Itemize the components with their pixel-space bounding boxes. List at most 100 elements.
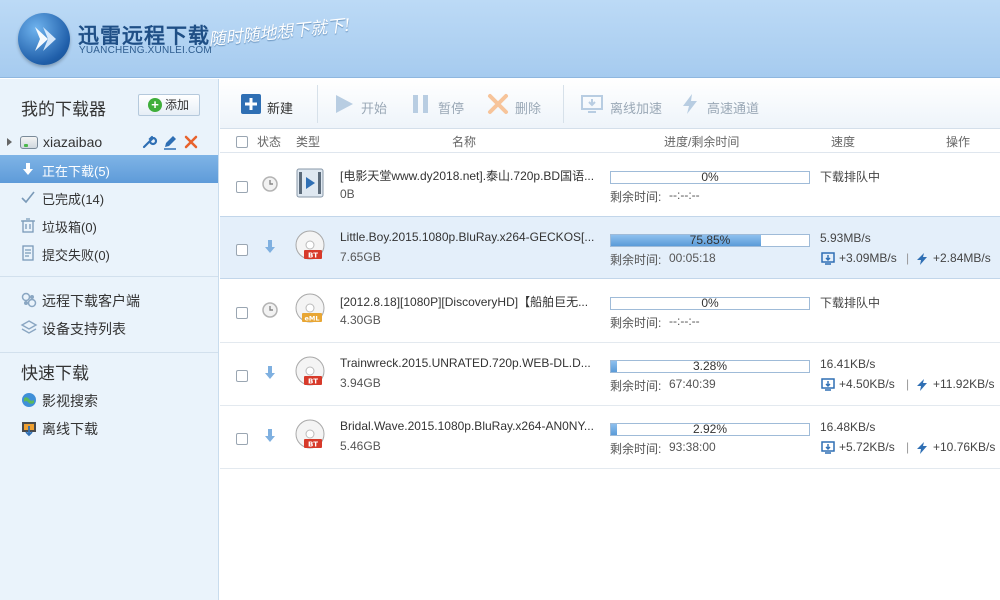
- wrench-icon[interactable]: [140, 133, 158, 151]
- task-size: 0B: [340, 187, 355, 201]
- start-button[interactable]: 开始: [333, 79, 393, 129]
- task-name: [2012.8.18][1080P][DiscoveryHD]【船舶巨无...: [340, 295, 589, 309]
- link-device-list[interactable]: 设备支持列表: [0, 315, 218, 341]
- download-arrow-icon: [262, 239, 278, 255]
- download-arrow-icon: [20, 161, 36, 177]
- remaining-time: --:--:--: [669, 314, 700, 328]
- row-checkbox[interactable]: [236, 433, 248, 445]
- task-name: Bridal.Wave.2015.1080p.BluRay.x264-AN0NY…: [340, 419, 594, 433]
- menu-label: 正在下载(5): [42, 164, 110, 179]
- link-label: 设备支持列表: [42, 321, 126, 337]
- high-speed-icon: [915, 378, 929, 392]
- header-name: 名称: [452, 135, 477, 149]
- bt-file-icon: BT: [294, 230, 326, 262]
- speed-separator: |: [906, 440, 910, 454]
- high-speed-button[interactable]: 高速通道: [679, 79, 759, 129]
- header-progress: 进度/剩余时间: [664, 135, 740, 149]
- layers-icon: [20, 319, 38, 337]
- pause-label: 暂停: [438, 101, 465, 116]
- plus-icon: [240, 93, 262, 115]
- progress-text: 2.92%: [692, 422, 728, 436]
- table-row[interactable]: BT Little.Boy.2015.1080p.BluRay.x264-GEC…: [220, 216, 1000, 279]
- row-checkbox[interactable]: [236, 244, 248, 256]
- svg-text:BT: BT: [308, 252, 318, 260]
- offline-accel-icon: [821, 378, 835, 392]
- menu-completed[interactable]: 已完成(14): [0, 183, 218, 211]
- svg-text:eML: eML: [304, 315, 319, 323]
- task-name: [电影天堂www.dy2018.net].泰山.720p.BD国语...: [340, 169, 595, 183]
- task-speed: 16.48KB/s: [820, 420, 876, 434]
- expand-arrow-icon[interactable]: [7, 138, 12, 146]
- delete-label: 删除: [515, 101, 542, 116]
- task-speed: 5.93MB/s: [820, 231, 871, 245]
- menu-failed[interactable]: 提交失败(0): [0, 239, 218, 267]
- remaining-label: 剩余时间:: [610, 442, 662, 456]
- globe-icon: [20, 391, 38, 409]
- high-speed: +10.76KB/s: [933, 440, 996, 454]
- link-label: 远程下载客户端: [42, 293, 140, 309]
- row-checkbox[interactable]: [236, 181, 248, 193]
- pause-button[interactable]: 暂停: [410, 79, 470, 129]
- offline-accel-icon: [821, 441, 835, 455]
- link-video-search[interactable]: 影视搜索: [0, 387, 218, 413]
- pause-icon: [410, 93, 432, 115]
- link-icon: [20, 291, 38, 309]
- task-size: 3.94GB: [340, 376, 381, 390]
- link-remote-client[interactable]: 远程下载客户端: [0, 287, 218, 313]
- progress-bar: 75.85%: [610, 234, 810, 247]
- table-row[interactable]: BT Bridal.Wave.2015.1080p.BluRay.x264-AN…: [220, 406, 1000, 469]
- task-speed: 下载排队中: [820, 296, 881, 310]
- menu-label: 提交失败(0): [42, 248, 110, 263]
- thunder-logo-icon: [18, 13, 70, 65]
- offline-accel-icon: [821, 252, 835, 266]
- menu-downloading[interactable]: 正在下载(5): [0, 155, 218, 183]
- select-all-checkbox[interactable]: [236, 136, 248, 148]
- clock-icon: [262, 302, 278, 318]
- app-subtitle: YUANCHENG.XUNLEI.COM: [79, 45, 212, 56]
- clock-icon: [262, 176, 278, 192]
- delete-button[interactable]: 删除: [487, 79, 547, 129]
- offline-speed: +4.50KB/s: [839, 377, 895, 391]
- offline-accel-button[interactable]: 离线加速: [581, 79, 662, 129]
- task-size: 4.30GB: [340, 313, 381, 327]
- speed-separator: |: [906, 251, 910, 265]
- edit-pencil-icon[interactable]: [161, 133, 179, 151]
- check-icon: [20, 189, 36, 205]
- device-row[interactable]: xiazaibao: [0, 131, 218, 155]
- row-checkbox[interactable]: [236, 307, 248, 319]
- router-icon: [20, 136, 38, 149]
- link-offline-download[interactable]: 离线下载: [0, 415, 218, 441]
- menu-trash[interactable]: 垃圾箱(0): [0, 211, 218, 239]
- offline-speed: +3.09MB/s: [839, 251, 897, 265]
- row-checkbox[interactable]: [236, 370, 248, 382]
- new-task-label: 新建: [267, 101, 294, 116]
- menu-label: 已完成(14): [42, 192, 105, 207]
- slogan: 随时随地想下就下!: [207, 15, 352, 51]
- plus-icon: +: [148, 98, 162, 112]
- high-speed: +11.92KB/s: [933, 377, 995, 391]
- remaining-label: 剩余时间:: [610, 253, 662, 267]
- table-row[interactable]: [电影天堂www.dy2018.net].泰山.720p.BD国语... 0B …: [220, 154, 1000, 217]
- high-speed-icon: [915, 441, 929, 455]
- remaining-label: 剩余时间:: [610, 316, 662, 330]
- sidebar-divider: [0, 276, 218, 277]
- lightning-icon: [679, 93, 701, 115]
- bt-file-icon: BT: [294, 356, 326, 388]
- task-size: 5.46GB: [340, 439, 381, 453]
- table-row[interactable]: BT Trainwreck.2015.UNRATED.720p.WEB-DL.D…: [220, 343, 1000, 406]
- task-speed: 下载排队中: [820, 170, 881, 184]
- high-speed-icon: [915, 252, 929, 266]
- progress-text: 0%: [701, 170, 719, 184]
- svg-text:BT: BT: [308, 441, 318, 449]
- new-task-button[interactable]: 新建: [240, 79, 300, 129]
- quick-download-title: 快速下载: [21, 364, 89, 383]
- remove-device-icon[interactable]: [182, 133, 200, 151]
- table-row[interactable]: eML [2012.8.18][1080P][DiscoveryHD]【船舶巨无…: [220, 280, 1000, 343]
- high-speed-label: 高速通道: [707, 101, 760, 116]
- toolbar-separator: [563, 85, 564, 123]
- progress-text: 0%: [701, 296, 719, 310]
- menu-label: 垃圾箱(0): [42, 220, 97, 235]
- progress-text: 3.28%: [692, 359, 728, 373]
- emule-file-icon: eML: [294, 293, 326, 325]
- add-device-button[interactable]: + 添加: [138, 94, 200, 116]
